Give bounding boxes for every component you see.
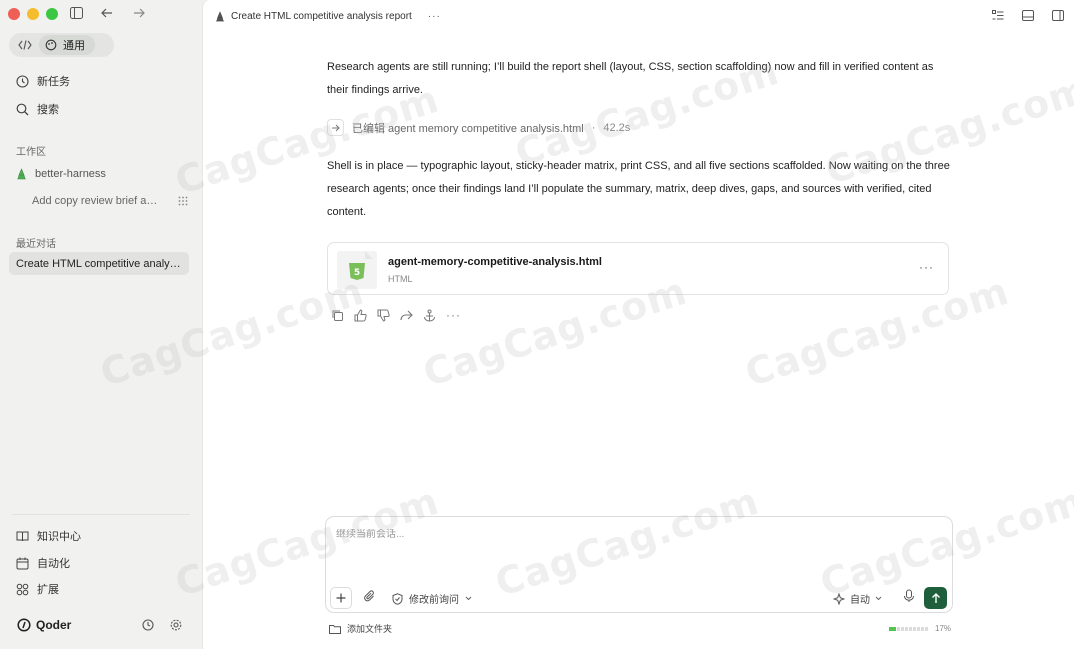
- chevron-down-icon: [875, 596, 882, 601]
- code-icon: [18, 40, 32, 50]
- grid-dots-icon[interactable]: [178, 196, 188, 206]
- workspace-section-label: 工作区: [16, 147, 46, 158]
- thumbs-up-icon[interactable]: [354, 309, 367, 322]
- window-controls: [8, 8, 58, 20]
- zoom-window-button[interactable]: [46, 8, 58, 20]
- back-arrow-icon[interactable]: [101, 8, 113, 18]
- close-window-button[interactable]: [8, 8, 20, 20]
- anchor-icon[interactable]: [423, 309, 436, 322]
- assistant-message-1: Research agents are still running; I’ll …: [327, 61, 934, 96]
- send-button[interactable]: [924, 587, 947, 609]
- sidebar-toggle-icon[interactable]: [70, 7, 83, 19]
- project-sub-item-label: Add copy review brief acti...: [32, 195, 162, 207]
- project-sub-item[interactable]: Add copy review brief acti...: [32, 195, 188, 207]
- calendar-clock-icon: [16, 557, 29, 569]
- file-name: agent-memory-competitive-analysis.html: [388, 256, 602, 268]
- approval-mode-select[interactable]: 修改前询问: [392, 591, 472, 606]
- chevron-down-icon: [465, 596, 472, 601]
- html-file-icon: 5: [337, 251, 377, 289]
- project-label: better-harness: [35, 168, 106, 180]
- main-header: Create HTML competitive analysis report …: [203, 0, 1074, 36]
- book-icon: [16, 531, 29, 542]
- microphone-icon[interactable]: [903, 589, 915, 608]
- mode-toggle: 通用: [9, 33, 114, 57]
- knowledge-center-item[interactable]: 知识中心: [16, 528, 81, 544]
- extensions-label: 扩展: [37, 584, 59, 596]
- context-usage-label: 17%: [935, 624, 952, 633]
- title-more-button[interactable]: ···: [428, 11, 441, 22]
- share-arrow-icon[interactable]: [400, 309, 413, 322]
- project-item[interactable]: better-harness: [16, 168, 106, 180]
- new-task-icon: [16, 74, 29, 88]
- extensions-icon: [16, 583, 29, 595]
- message-input[interactable]: [336, 529, 936, 540]
- edit-separator: ·: [591, 121, 596, 134]
- sparkle-icon: [833, 592, 845, 605]
- add-folder-label: 添加文件夹: [347, 624, 393, 634]
- sidebar: 通用 新任务 搜索 工作区 better-harness Add copy re…: [0, 0, 202, 649]
- copy-icon[interactable]: [331, 309, 344, 322]
- paperclip-icon[interactable]: [364, 590, 376, 608]
- search-item[interactable]: 搜索: [16, 101, 59, 117]
- automation-label: 自动化: [37, 558, 70, 570]
- qoder-logo-icon: [17, 618, 31, 632]
- main-panel: Create HTML competitive analysis report …: [202, 0, 1074, 649]
- palette-icon: [45, 39, 57, 51]
- code-mode-button[interactable]: [11, 35, 39, 55]
- extensions-item[interactable]: 扩展: [16, 581, 59, 597]
- automation-item[interactable]: 自动化: [16, 555, 70, 571]
- folder-icon: [329, 624, 341, 634]
- project-icon: [17, 168, 26, 180]
- thumbs-down-icon[interactable]: [377, 309, 390, 322]
- conversation-title-text: Create HTML competitive analysis report: [231, 11, 412, 22]
- recent-section-label: 最近对话: [16, 239, 56, 250]
- expand-arrow-icon[interactable]: [327, 119, 344, 136]
- minimize-window-button[interactable]: [27, 8, 39, 20]
- settings-gear-icon[interactable]: [170, 619, 182, 631]
- context-usage-fill: [889, 626, 896, 631]
- approval-mode-label: 修改前询问: [409, 595, 459, 606]
- knowledge-center-label: 知识中心: [37, 531, 81, 543]
- right-panel-toggle-icon[interactable]: [1052, 10, 1064, 21]
- bottom-panel-toggle-icon[interactable]: [1022, 10, 1034, 21]
- arrow-up-icon: [931, 592, 940, 603]
- search-label: 搜索: [37, 104, 59, 116]
- plus-icon: [336, 593, 346, 603]
- edit-activity-row[interactable]: 已编辑 agent memory competitive analysis.ht…: [327, 119, 630, 136]
- message-actions: ···: [331, 309, 461, 322]
- file-more-button[interactable]: ···: [919, 260, 934, 274]
- history-icon[interactable]: [142, 619, 154, 631]
- edit-duration: 42.2s: [603, 121, 631, 134]
- general-mode-label: 通用: [63, 40, 85, 52]
- message-more-button[interactable]: ···: [446, 309, 461, 322]
- forward-arrow-icon[interactable]: [133, 8, 145, 18]
- assistant-message-2: Shell is in place — typographic layout, …: [327, 160, 950, 218]
- search-icon: [16, 103, 29, 115]
- recent-chat-item[interactable]: Create HTML competitive analys...: [9, 252, 189, 275]
- recent-chat-label: Create HTML competitive analys...: [16, 257, 184, 270]
- file-attachment-card[interactable]: 5 agent-memory-competitive-analysis.html…: [327, 242, 949, 295]
- general-mode-button[interactable]: 通用: [39, 35, 95, 55]
- project-icon: [215, 11, 225, 22]
- brand-name: Qoder: [36, 618, 72, 632]
- add-folder-button[interactable]: 添加文件夹: [329, 622, 392, 635]
- context-usage: 17%: [889, 624, 951, 633]
- model-mode-select[interactable]: 自动: [833, 591, 882, 606]
- sidebar-divider: [12, 514, 190, 515]
- add-context-button[interactable]: [330, 587, 352, 609]
- brand-logo: Qoder: [17, 618, 71, 632]
- context-usage-bar: [889, 626, 929, 631]
- composer: 修改前询问 自动: [325, 516, 953, 613]
- edit-activity-label: 已编辑 agent memory competitive analysis.ht…: [352, 122, 584, 135]
- model-mode-label: 自动: [850, 595, 870, 606]
- new-task-label: 新任务: [37, 76, 70, 88]
- conversation-title: Create HTML competitive analysis report …: [215, 11, 441, 22]
- outline-toggle-icon[interactable]: [992, 10, 1004, 21]
- shield-icon: [392, 592, 403, 605]
- new-task-item[interactable]: 新任务: [16, 73, 70, 89]
- file-type: HTML: [388, 274, 413, 284]
- svg-text:5: 5: [354, 268, 360, 278]
